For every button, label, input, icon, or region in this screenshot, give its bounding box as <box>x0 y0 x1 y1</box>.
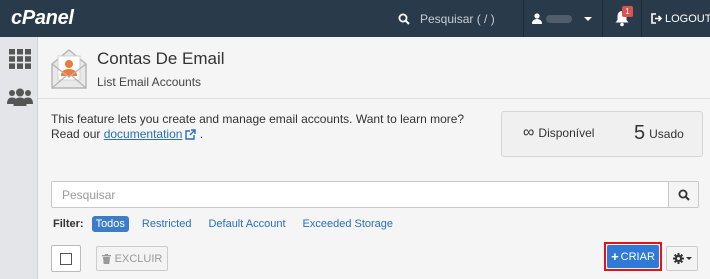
search-icon <box>678 189 690 201</box>
intro-suffix: . <box>196 127 204 141</box>
used-stat: 5 Usado <box>634 122 684 145</box>
page-title: Contas De Email <box>97 49 225 68</box>
used-count: 5 <box>634 122 646 144</box>
search-button[interactable] <box>668 181 699 208</box>
filter-option-default-account[interactable]: Default Account <box>208 218 285 230</box>
delete-label: EXCLUIR <box>114 252 163 265</box>
available-stat: ∞ Disponível <box>523 124 595 141</box>
divider <box>38 98 710 99</box>
global-search-label: Pesquisar ( / ) <box>420 11 495 26</box>
gear-icon <box>672 253 684 264</box>
select-all-checkbox[interactable] <box>51 245 81 272</box>
intro-line: This feature lets you create and manage … <box>51 112 465 126</box>
infinity-icon: ∞ <box>523 124 535 141</box>
filter-option-restricted[interactable]: Restricted <box>142 218 192 230</box>
checkbox-box <box>60 253 72 265</box>
external-link-icon[interactable] <box>185 129 197 141</box>
chevron-down-icon <box>685 257 692 260</box>
divider <box>602 0 603 37</box>
cpanel-logo[interactable]: cPanel <box>11 7 74 30</box>
notification-count-badge: 1 <box>622 6 633 17</box>
grid-icon[interactable] <box>9 49 31 69</box>
email-accounts-icon <box>51 49 87 89</box>
filter-label: Filter: <box>53 217 84 230</box>
trash-icon <box>101 253 111 264</box>
search-input[interactable] <box>51 181 669 208</box>
account-stats-panel: ∞ Disponível 5 Usado <box>501 111 703 157</box>
user-icon <box>532 13 542 24</box>
intro-prefix: Read our <box>51 127 104 141</box>
username-redacted <box>546 14 572 23</box>
create-label: CRIAR <box>620 250 655 263</box>
documentation-link[interactable]: documentation <box>104 127 183 141</box>
used-label: Usado <box>649 126 684 141</box>
divider <box>523 0 524 37</box>
page-subtitle: List Email Accounts <box>97 75 202 89</box>
users-icon[interactable] <box>7 88 33 106</box>
plus-icon: + <box>611 249 619 264</box>
filter-bar: Filter: Todos Restricted Default Account… <box>53 215 410 232</box>
filter-option-exceeded-storage[interactable]: Exceeded Storage <box>303 218 394 230</box>
global-search[interactable]: Pesquisar ( / ) <box>398 0 522 37</box>
create-button[interactable]: + CRIAR <box>607 245 659 268</box>
logout-icon <box>651 13 662 24</box>
user-menu[interactable] <box>532 0 596 37</box>
main-content: Contas De Email List Email Accounts This… <box>38 37 710 279</box>
search-icon <box>398 13 410 25</box>
filter-option-all[interactable]: Todos <box>91 215 129 232</box>
intro-line-2: Read our documentation . <box>51 127 464 142</box>
logout-label: LOGOUT <box>665 12 710 25</box>
side-navigation <box>0 37 38 279</box>
available-label: Disponível <box>538 126 595 140</box>
divider <box>641 0 642 37</box>
settings-dropdown-button[interactable] <box>666 246 698 271</box>
logout-button[interactable]: LOGOUT <box>651 0 710 37</box>
chevron-down-icon <box>584 16 592 21</box>
top-navigation-bar: cPanel Pesquisar ( / ) 1 LOGOUT <box>0 0 710 37</box>
delete-button[interactable]: EXCLUIR <box>96 246 168 271</box>
create-button-highlight: + CRIAR <box>604 242 662 271</box>
intro-text: This feature lets you create and manage … <box>51 112 464 142</box>
